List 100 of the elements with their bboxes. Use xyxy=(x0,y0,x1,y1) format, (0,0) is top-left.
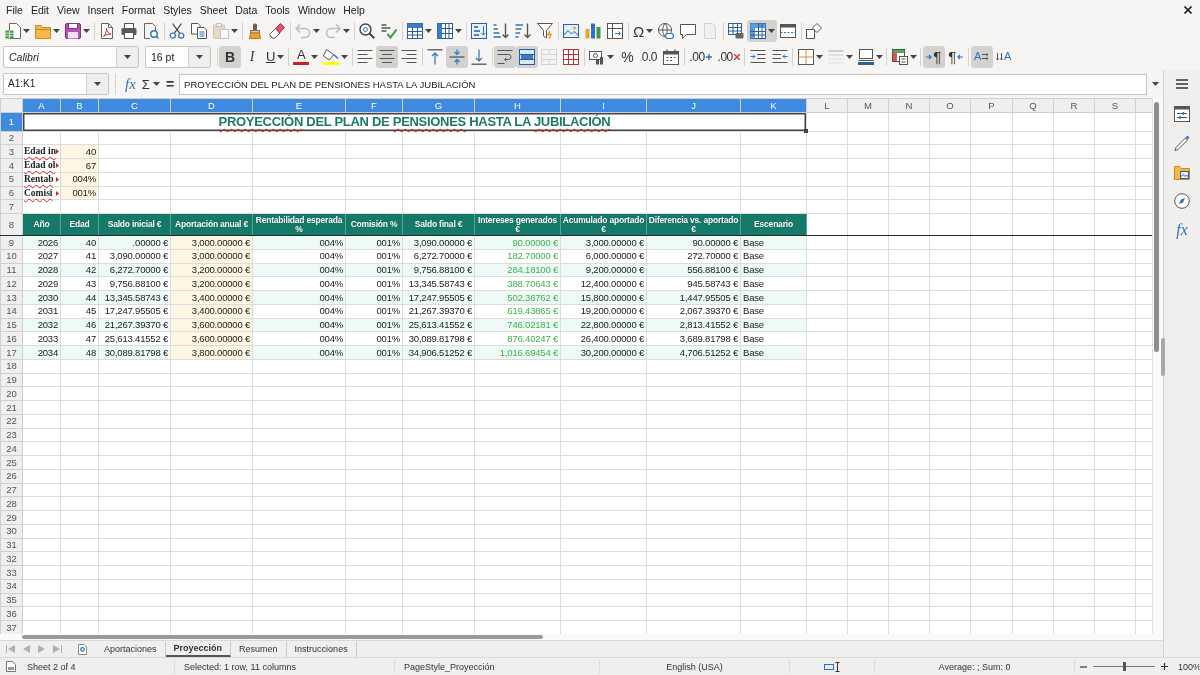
delete-decimal-button[interactable]: .00 xyxy=(714,45,743,68)
sum-info: Average: ; Sum: 0 xyxy=(938,661,1011,672)
caret-icon xyxy=(875,54,883,59)
table-cell: 619.43865 € xyxy=(474,304,561,318)
menu-item[interactable]: Help xyxy=(339,3,369,16)
right-to-left-button[interactable]: ¶ xyxy=(944,45,967,68)
column-header[interactable]: Q xyxy=(1012,98,1054,112)
function-wizard-button[interactable]: fx xyxy=(122,74,139,94)
column-header[interactable]: L xyxy=(806,98,848,112)
autofilter-button[interactable] xyxy=(534,20,556,42)
column-header[interactable]: F xyxy=(345,98,403,112)
menu-icon[interactable] xyxy=(1176,79,1188,89)
properties-panel-icon[interactable] xyxy=(1174,106,1190,122)
fill-handle[interactable] xyxy=(804,128,808,133)
column-header[interactable]: A xyxy=(22,98,61,112)
sheet-title: PROYECCIÓN DEL PLAN DE PENSIONES HASTA LA JUBILACIÓN xyxy=(218,114,611,129)
column-header[interactable]: R xyxy=(1053,98,1095,112)
table-cell: 2027 xyxy=(22,249,61,263)
spreadsheet-document-icon xyxy=(5,23,21,39)
column-header[interactable]: B xyxy=(60,98,99,112)
copy-button[interactable] xyxy=(188,20,210,42)
sheet-tab[interactable]: Instrucciones xyxy=(286,641,357,657)
plus-icon[interactable] xyxy=(1161,663,1168,670)
table-cell: 3,689.81798 € xyxy=(646,331,741,346)
merge-center-button[interactable] xyxy=(516,45,539,68)
number-format-button[interactable]: 0.0 xyxy=(638,45,661,68)
selection-mode-icon[interactable] xyxy=(823,661,841,672)
column-header[interactable]: H xyxy=(474,98,561,112)
row-header[interactable]: 8 xyxy=(0,213,23,236)
menu-item[interactable]: Styles xyxy=(159,3,196,16)
column-button[interactable] xyxy=(434,20,464,42)
add-sheet-icon[interactable] xyxy=(78,643,87,655)
caret-icon xyxy=(53,29,60,33)
sheet-tab[interactable]: Resumen xyxy=(231,641,287,657)
row-button[interactable] xyxy=(404,20,434,42)
column-header[interactable]: P xyxy=(970,98,1013,112)
column-header[interactable]: O xyxy=(929,98,971,112)
page-style[interactable]: PageStyle_Proyección xyxy=(404,661,495,672)
italic-button[interactable]: I xyxy=(241,45,263,68)
close-icon[interactable] xyxy=(1184,5,1192,14)
zoom-level[interactable]: 100% xyxy=(1178,661,1200,672)
save-button[interactable] xyxy=(62,20,92,42)
table-cell: 001% xyxy=(345,304,403,318)
align-center-button[interactable] xyxy=(376,45,399,68)
menu-item[interactable]: Edit xyxy=(26,3,53,16)
sidebar-collapse-handle[interactable] xyxy=(1161,338,1165,376)
wrap-text-button[interactable] xyxy=(494,45,517,68)
column-header[interactable]: K xyxy=(740,98,807,112)
column-header[interactable]: M xyxy=(847,98,889,112)
special-character-button[interactable]: Ω xyxy=(630,20,656,42)
outdent-icon xyxy=(771,48,788,65)
align-bottom-icon xyxy=(471,48,488,65)
sum-button[interactable]: Σ xyxy=(138,74,163,94)
menu-item[interactable]: Window xyxy=(293,3,340,16)
print-button[interactable] xyxy=(118,20,140,42)
folder-icon xyxy=(35,23,51,39)
find-replace-button[interactable] xyxy=(356,20,378,42)
column-header[interactable]: I xyxy=(560,98,647,112)
percent-format-button[interactable]: % xyxy=(616,45,639,68)
center-vertically-button[interactable] xyxy=(446,45,469,68)
add-decimal-button[interactable]: .00 xyxy=(686,45,715,68)
column-header[interactable]: N xyxy=(888,98,930,112)
paintbrush-icon xyxy=(247,23,263,39)
column-header[interactable]: C xyxy=(98,98,171,112)
column-header[interactable]: S xyxy=(1094,98,1136,112)
menu-item[interactable]: Sheet xyxy=(195,3,232,16)
folder-picture-icon[interactable] xyxy=(1174,164,1190,180)
caret-icon xyxy=(815,54,823,59)
underline-button[interactable]: U xyxy=(263,45,287,68)
name-box-dropdown[interactable] xyxy=(86,74,108,94)
column-header[interactable]: G xyxy=(402,98,475,112)
column-header[interactable]: J xyxy=(646,98,741,112)
formula-button[interactable]: = xyxy=(162,74,178,94)
menu-item[interactable]: Format xyxy=(117,3,160,16)
minus-icon[interactable] xyxy=(1080,665,1087,668)
pivot-table-button[interactable] xyxy=(604,20,626,42)
table-cell: 21,267.39370 € xyxy=(402,304,475,318)
menu-item[interactable]: Data xyxy=(231,3,262,16)
freeze-panes-button[interactable] xyxy=(747,20,778,42)
font-color-button[interactable]: A xyxy=(290,45,321,68)
menu-item[interactable]: Insert xyxy=(83,3,118,16)
horizontal-scrollbar[interactable] xyxy=(22,635,543,639)
sort-button[interactable] xyxy=(468,20,490,42)
slider-thumb[interactable] xyxy=(1122,662,1126,671)
column-header[interactable]: D xyxy=(170,98,253,112)
pencil-icon[interactable] xyxy=(1174,135,1190,151)
column-header[interactable]: E xyxy=(252,98,346,112)
left-to-right-button[interactable]: ¶ xyxy=(922,45,945,68)
bold-button[interactable]: B xyxy=(219,45,241,68)
menu-item[interactable]: View xyxy=(53,3,84,16)
formula-input[interactable]: PROYECCIÓN DEL PLAN DE PENSIONES HASTA LA JUBILACIÓN xyxy=(179,73,1147,95)
vertical-scrollbar[interactable] xyxy=(1152,98,1163,634)
menu-item[interactable]: Tools xyxy=(261,3,294,16)
menu-item[interactable]: File xyxy=(2,3,27,16)
clear-formatting-button[interactable] xyxy=(266,20,288,42)
pdf-document-icon xyxy=(99,23,115,39)
sheet-tab[interactable]: Aportaciones xyxy=(96,641,166,657)
language[interactable]: English (USA) xyxy=(666,661,723,672)
compass-icon[interactable] xyxy=(1174,193,1190,209)
text-top-to-bottom-button[interactable]: A xyxy=(992,45,1015,68)
